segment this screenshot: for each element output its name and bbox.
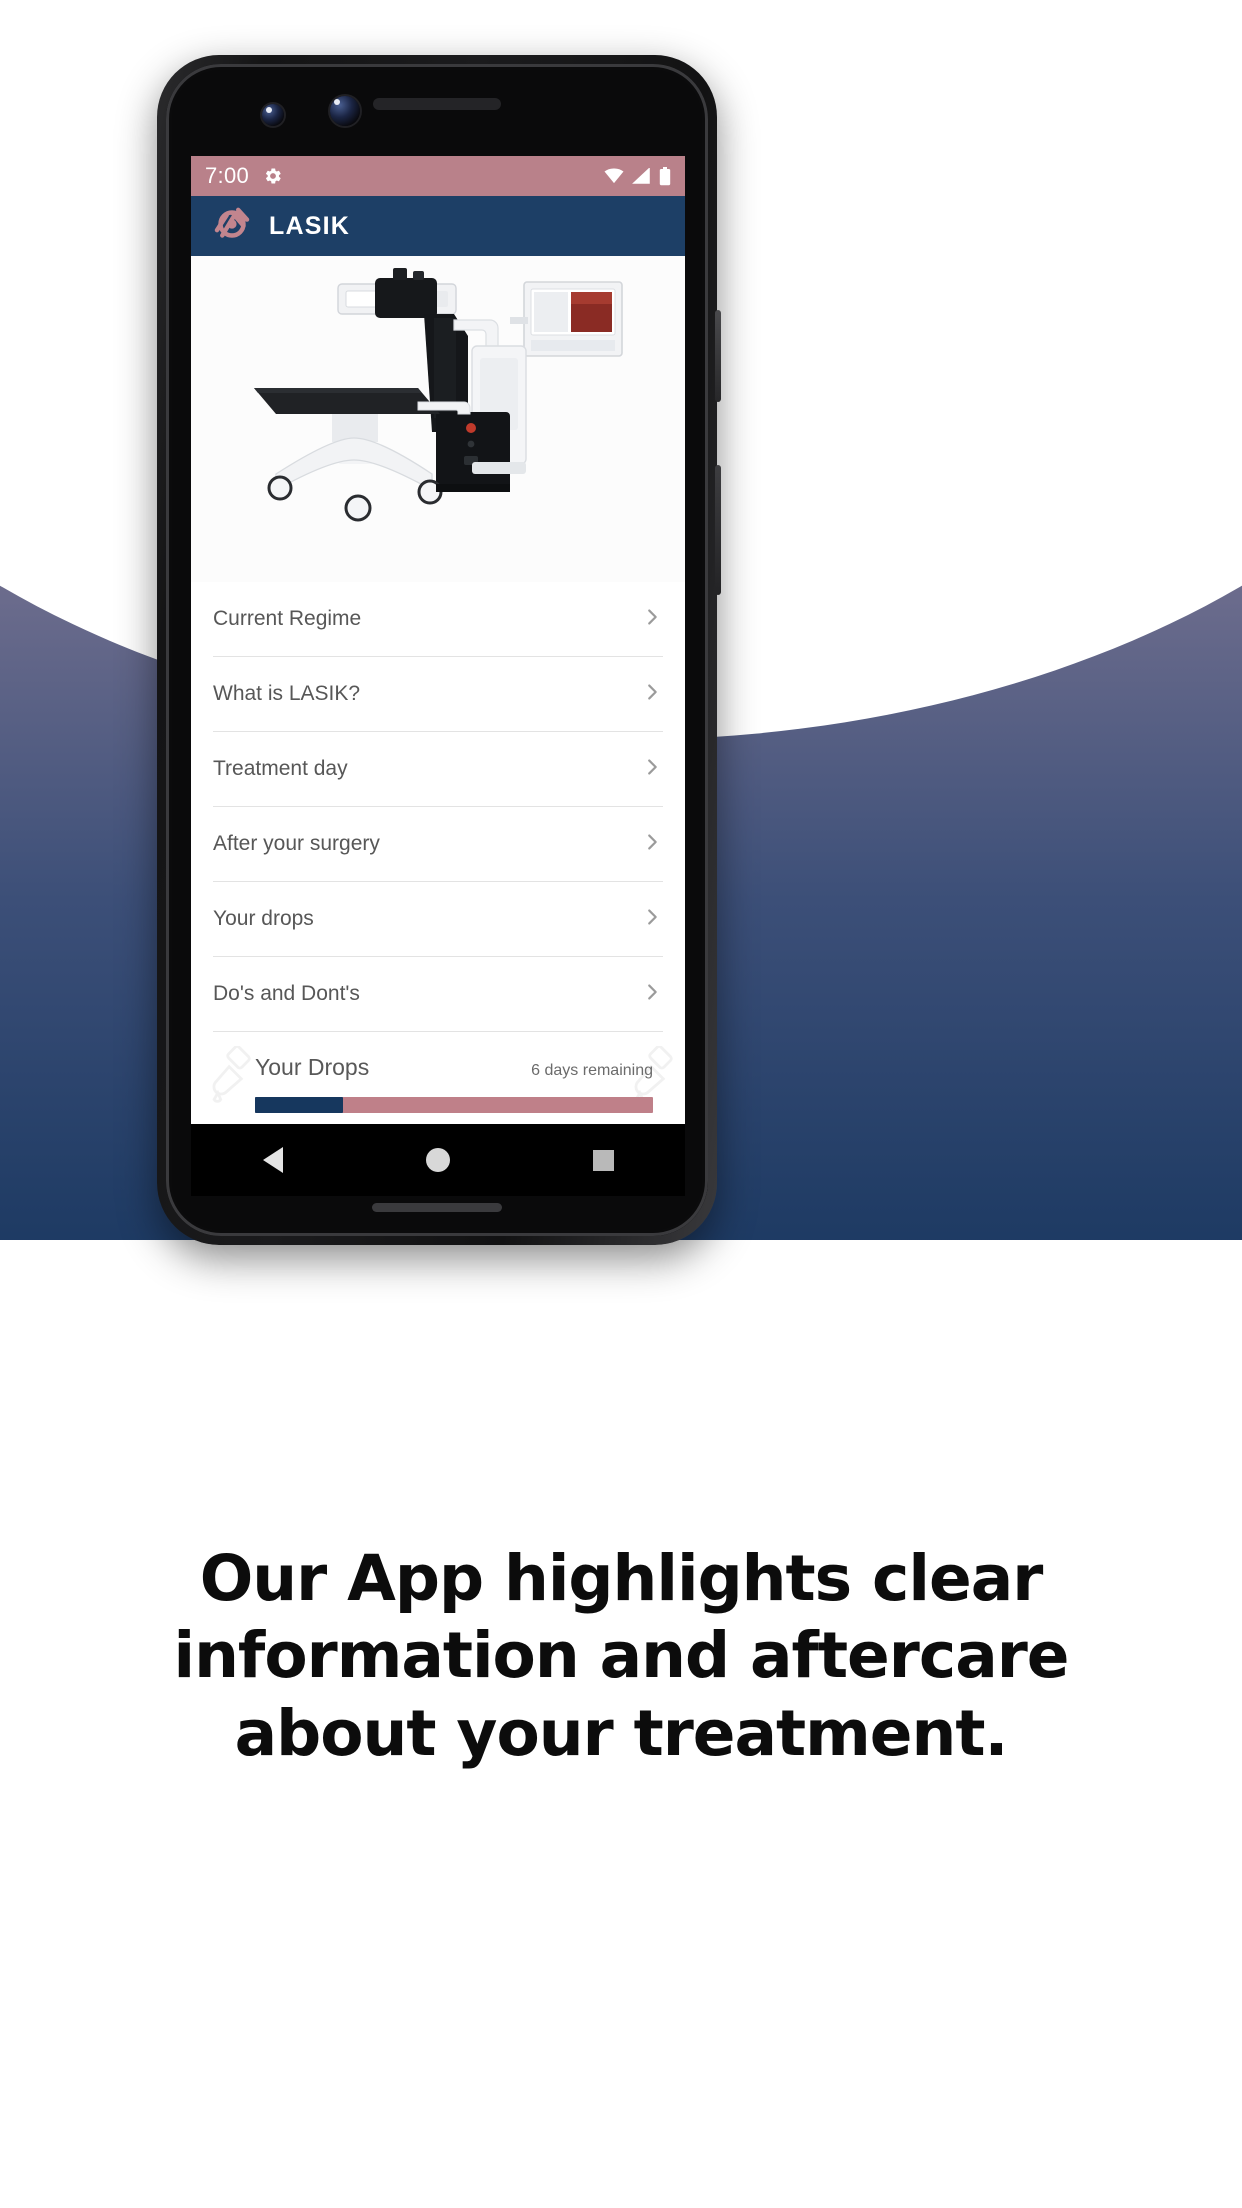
menu-list: Current Regime What is LASIK? Treatment … — [191, 582, 685, 1032]
list-item-label: What is LASIK? — [213, 682, 361, 705]
status-bar-time: 7:00 — [205, 163, 250, 188]
caption-line-2: information and aftercare — [173, 1619, 1069, 1693]
list-item[interactable]: Treatment day — [213, 732, 663, 807]
drops-progress-bar — [255, 1097, 653, 1113]
list-item[interactable]: After your surgery — [213, 807, 663, 882]
volume-button[interactable] — [715, 465, 721, 595]
list-item[interactable]: Do's and Dont's — [213, 957, 663, 1032]
app-title: LASIK — [269, 211, 350, 240]
list-item-label: Current Regime — [213, 607, 362, 630]
drops-progress-fill — [255, 1097, 343, 1113]
list-item-label: After your surgery — [213, 832, 380, 855]
list-item-label: Do's and Dont's — [213, 982, 360, 1005]
list-item[interactable]: Current Regime — [213, 582, 663, 657]
battery-icon — [659, 166, 671, 185]
front-camera-primary — [330, 96, 360, 126]
front-camera-secondary — [262, 104, 284, 126]
eye-logo-icon — [209, 203, 255, 250]
chevron-right-icon — [641, 906, 663, 933]
gear-icon — [263, 166, 283, 186]
power-button[interactable] — [715, 310, 721, 402]
drops-title: Your Drops — [255, 1054, 370, 1080]
android-navigation-bar — [191, 1124, 685, 1196]
list-item[interactable]: What is LASIK? — [213, 657, 663, 732]
hero-image — [191, 256, 685, 582]
status-bar: 7:00 — [191, 156, 685, 196]
recents-square-icon[interactable] — [592, 1149, 614, 1171]
app-bar: LASIK — [191, 196, 685, 256]
chevron-right-icon — [641, 981, 663, 1008]
caption-line-1: Our App highlights clear — [199, 1542, 1044, 1615]
bottom-speaker-grille — [372, 1203, 502, 1212]
phone-device: 7:00 LASIK Current Regime What is LASIK?… — [157, 55, 721, 1245]
signal-icon — [632, 168, 650, 184]
chevron-right-icon — [641, 681, 663, 708]
chevron-right-icon — [641, 756, 663, 783]
home-circle-icon[interactable] — [425, 1148, 450, 1172]
drops-progress-panel[interactable]: Your Drops 6 days remaining — [191, 1032, 685, 1124]
earpiece-speaker — [373, 98, 501, 110]
list-item-label: Treatment day — [213, 757, 348, 780]
chevron-right-icon — [641, 606, 663, 633]
marketing-caption: Our App highlights clear information and… — [0, 1540, 1242, 1772]
status-bar-icons — [604, 166, 671, 186]
wifi-icon — [604, 168, 624, 184]
back-triangle-icon[interactable] — [262, 1147, 283, 1173]
caption-line-3: about your treatment. — [234, 1696, 1009, 1770]
drops-remaining-label: 6 days remaining — [531, 1062, 653, 1079]
list-item-label: Your drops — [213, 907, 314, 930]
list-item[interactable]: Your drops — [213, 882, 663, 957]
phone-screen-bezel: 7:00 LASIK Current Regime What is LASIK?… — [166, 64, 708, 1236]
app-screen: 7:00 LASIK Current Regime What is LASIK?… — [191, 156, 685, 1124]
chevron-right-icon — [641, 831, 663, 858]
